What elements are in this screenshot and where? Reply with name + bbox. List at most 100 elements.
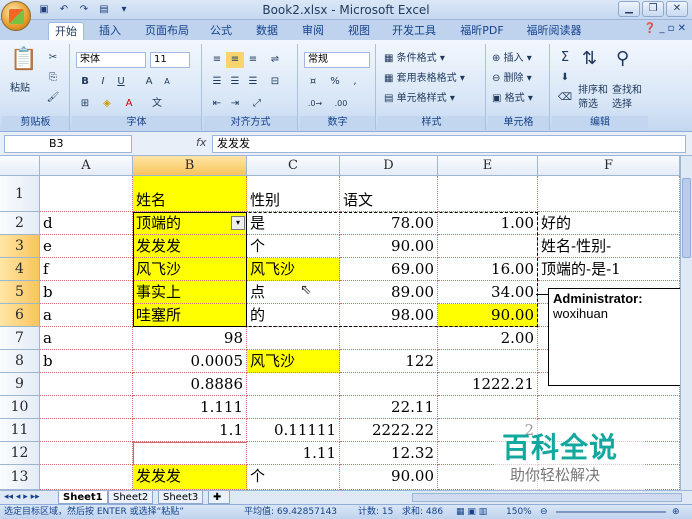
cell-e7[interactable]: 2.00: [438, 327, 538, 350]
grow-font-button[interactable]: A: [140, 74, 158, 90]
fx-icon[interactable]: fx: [196, 136, 206, 149]
cell-c7[interactable]: [247, 327, 340, 350]
font-name-select[interactable]: 宋体: [76, 52, 146, 68]
cell-b9[interactable]: 0.8886: [133, 373, 247, 396]
cell-b1[interactable]: 姓名: [133, 176, 247, 212]
cell-a7[interactable]: a: [40, 327, 133, 350]
cell-d5[interactable]: 89.00: [340, 281, 438, 304]
worksheet-grid[interactable]: A B C D E F 1 2 3 4 5 6 7 8 9 10 11 12 1…: [0, 156, 680, 490]
cell-d7[interactable]: [340, 327, 438, 350]
align-middle-icon[interactable]: ≡: [226, 52, 244, 68]
cell-styles-button[interactable]: ▤ 单元格样式 ▾: [384, 92, 455, 106]
comma-button[interactable]: ,: [346, 74, 364, 90]
vertical-scrollbar[interactable]: [680, 156, 692, 490]
select-label[interactable]: 选择: [612, 98, 632, 112]
ribbon-help-controls[interactable]: ❓ _ ▫ ✕: [644, 23, 686, 34]
row-header[interactable]: 3: [0, 235, 40, 258]
cell-c13[interactable]: 个: [247, 465, 340, 490]
orientation-icon[interactable]: ⤢: [248, 96, 266, 112]
delete-cells-button[interactable]: ⊖ 删除 ▾: [492, 72, 532, 86]
cell-d8[interactable]: 122: [340, 350, 438, 373]
binoculars-icon[interactable]: ⚲: [616, 48, 629, 70]
formula-input[interactable]: 发发发: [212, 135, 686, 153]
tab-foxit-reader[interactable]: 福昕阅读器: [520, 22, 588, 40]
cell-a10[interactable]: [40, 396, 133, 419]
insert-cells-button[interactable]: ⊕ 插入 ▾: [492, 52, 532, 66]
sheet-nav-icon[interactable]: ◂◂ ◂ ▸ ▸▸: [4, 491, 40, 504]
cell-a4[interactable]: f: [40, 258, 133, 281]
conditional-format-button[interactable]: ▦ 条件格式 ▾: [384, 52, 445, 66]
cell-d12[interactable]: 12.32: [340, 442, 438, 465]
format-cells-button[interactable]: ▣ 格式 ▾: [492, 92, 533, 106]
tab-page-layout[interactable]: 页面布局: [140, 22, 194, 40]
tab-formulas[interactable]: 公式: [204, 22, 238, 40]
font-size-select[interactable]: 11: [150, 52, 190, 68]
cell-e3[interactable]: [438, 235, 538, 258]
column-header-b[interactable]: B: [133, 156, 247, 176]
cell-c11[interactable]: 0.11111: [247, 419, 340, 442]
row-header[interactable]: 13: [0, 465, 40, 490]
cell-a8[interactable]: b: [40, 350, 133, 373]
find-label[interactable]: 查找和: [612, 84, 642, 98]
cell-e2[interactable]: 1.00: [438, 212, 538, 235]
column-header-e[interactable]: E: [438, 156, 538, 176]
cell-c5[interactable]: 点: [247, 281, 340, 304]
row-header[interactable]: 9: [0, 373, 40, 396]
cell-c6[interactable]: 的: [247, 304, 340, 327]
cell-c4[interactable]: 风飞沙: [247, 258, 340, 281]
cell-c9[interactable]: [247, 373, 340, 396]
vertical-scroll-thumb[interactable]: [682, 178, 691, 258]
align-left-icon[interactable]: ☰: [208, 74, 226, 90]
tab-data[interactable]: 数据: [250, 22, 284, 40]
align-bottom-icon[interactable]: ≡: [244, 52, 262, 68]
borders-icon[interactable]: ⊞: [76, 96, 94, 112]
cell-d10[interactable]: 22.11: [340, 396, 438, 419]
cell-c3[interactable]: 个: [247, 235, 340, 258]
zoom-out-icon[interactable]: ⊖: [540, 505, 548, 519]
zoom-in-icon[interactable]: ⊕: [672, 505, 680, 519]
font-color-icon[interactable]: A: [120, 96, 138, 112]
cell-c1[interactable]: 性别: [247, 176, 340, 212]
close-icon[interactable]: ✕: [666, 1, 688, 17]
wrap-text-icon[interactable]: ⇌: [266, 52, 284, 68]
align-top-icon[interactable]: ≡: [208, 52, 226, 68]
cut-icon[interactable]: ✂: [44, 50, 62, 66]
name-box[interactable]: B3: [4, 135, 132, 153]
align-center-icon[interactable]: ☰: [226, 74, 244, 90]
cell-b6[interactable]: 哇塞所: [133, 304, 247, 327]
cell-b11[interactable]: 1.1: [133, 419, 247, 442]
autosum-icon[interactable]: Σ: [556, 50, 574, 66]
cell-f4[interactable]: 顶端的-是-1: [538, 258, 680, 281]
shrink-font-button[interactable]: A: [158, 74, 176, 90]
column-header-c[interactable]: C: [247, 156, 340, 176]
cell-b5[interactable]: 事实上: [133, 281, 247, 304]
tab-insert[interactable]: 插入: [92, 22, 128, 40]
row-header[interactable]: 6: [0, 304, 40, 327]
tab-foxit-pdf[interactable]: 福昕PDF: [454, 22, 510, 40]
cell-a13[interactable]: [40, 465, 133, 490]
row-header[interactable]: 1: [0, 176, 40, 212]
zoom-level[interactable]: 150%: [506, 505, 532, 519]
sheet-tab-3[interactable]: Sheet3: [158, 491, 204, 504]
cell-c2[interactable]: 是: [247, 212, 340, 235]
bold-button[interactable]: B: [76, 74, 94, 90]
cell-b10[interactable]: 1.111: [133, 396, 247, 419]
clear-icon[interactable]: ⌫: [556, 90, 574, 106]
cell-c10[interactable]: [247, 396, 340, 419]
row-header[interactable]: 5: [0, 281, 40, 304]
cell-c12[interactable]: 1.11: [247, 442, 340, 465]
cell-d1[interactable]: 语文: [340, 176, 438, 212]
format-painter-icon[interactable]: 🖌: [44, 90, 62, 106]
cell-a2[interactable]: d: [40, 212, 133, 235]
fill-color-icon[interactable]: ◈: [98, 96, 116, 112]
italic-button[interactable]: I: [94, 74, 112, 90]
cell-a3[interactable]: e: [40, 235, 133, 258]
cell-e1[interactable]: [438, 176, 538, 212]
align-right-icon[interactable]: ☰: [244, 74, 262, 90]
underline-button[interactable]: U: [112, 74, 130, 90]
minimize-icon[interactable]: ▁: [618, 1, 640, 17]
percent-button[interactable]: %: [326, 74, 344, 90]
cell-d13[interactable]: 90.00: [340, 465, 438, 490]
cell-a6[interactable]: a: [40, 304, 133, 327]
cell-d6[interactable]: 98.00: [340, 304, 438, 327]
